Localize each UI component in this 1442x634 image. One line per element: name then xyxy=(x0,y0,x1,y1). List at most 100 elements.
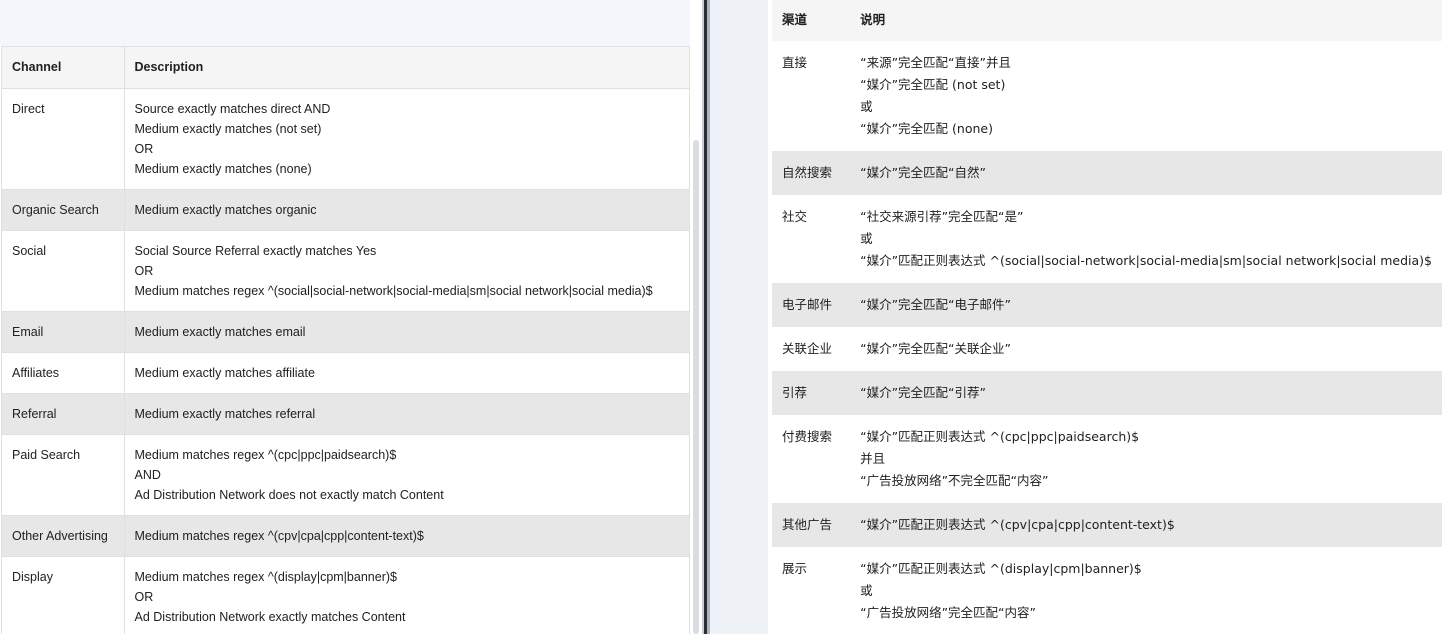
column-header-channel: 渠道 xyxy=(772,0,851,41)
table-row: Social Social Source Referral exactly mat… xyxy=(2,230,689,312)
description-line: Medium matches regex ^(cpc|ppc|paidsearc… xyxy=(134,447,397,462)
channel-cell: Paid Search xyxy=(2,434,125,516)
description-line: OR xyxy=(134,141,154,156)
description-line: Medium exactly matches organic xyxy=(134,202,317,217)
table-row: 自然搜索 “媒介”完全匹配“自然” xyxy=(772,151,1442,195)
description-cell: Medium exactly matches referral xyxy=(124,393,689,435)
left-top-strip xyxy=(0,0,702,46)
description-line: OR xyxy=(134,589,154,604)
description-cell: “媒介”完全匹配“引荐” xyxy=(850,371,1442,415)
description-line: Medium matches regex ^(cpv|cpa|cpp|conte… xyxy=(134,528,424,543)
table-row: Paid Search Medium matches regex ^(cpc|pp… xyxy=(2,434,689,516)
description-line: 或 xyxy=(860,99,873,114)
description-line: “媒介”完全匹配 (not set) xyxy=(860,77,1006,92)
description-line: “媒介”匹配正则表达式 ^(social|social-network|soci… xyxy=(860,253,1432,268)
table-body: 直接 “来源”完全匹配“直接”并且 “媒介”完全匹配 (not set) 或 “媒介”完… xyxy=(772,41,1442,634)
table-header-row: 渠道 说明 xyxy=(772,0,1442,41)
description-cell: “媒介”匹配正则表达式 ^(cpc|ppc|paidsearch)$ 并且 “广告投… xyxy=(850,415,1442,503)
channel-cell: Organic Search xyxy=(2,189,125,231)
description-line: “媒介”匹配正则表达式 ^(display|cpm|banner)$ xyxy=(860,561,1142,576)
description-cell: “媒介”匹配正则表达式 ^(cpv|cpa|cpp|content-text)$ xyxy=(850,503,1442,547)
table-row: 直接 “来源”完全匹配“直接”并且 “媒介”完全匹配 (not set) 或 “媒介”完… xyxy=(772,41,1442,151)
right-table-container: 渠道 说明 直接 “来源”完全匹配“直接”并且 “媒介”完全匹配 (not set)… xyxy=(772,0,1442,634)
table-row: 关联企业 “媒介”完全匹配“关联企业” xyxy=(772,327,1442,371)
description-line: “媒介”完全匹配 (none) xyxy=(860,121,993,136)
table-body: Direct Source exactly matches direct AND M… xyxy=(2,88,689,634)
description-cell: Medium matches regex ^(cpv|cpa|cpp|conte… xyxy=(124,515,689,557)
description-line: “媒介”完全匹配“引荐” xyxy=(860,385,986,400)
description-line: “媒介”匹配正则表达式 ^(cpv|cpa|cpp|content-text)$ xyxy=(860,517,1175,532)
description-cell: Medium exactly matches email xyxy=(124,311,689,353)
description-line: “广告投放网络”不完全匹配“内容” xyxy=(860,473,1049,488)
description-line: Medium exactly matches referral xyxy=(134,406,316,421)
description-cell: Medium exactly matches organic xyxy=(124,189,689,231)
table-row: Display Medium matches regex ^(display|cp… xyxy=(2,556,689,634)
table-row: Email Medium exactly matches email xyxy=(2,311,689,353)
description-line: 或 xyxy=(860,583,873,598)
right-pane: 渠道 说明 直接 “来源”完全匹配“直接”并且 “媒介”完全匹配 (not set)… xyxy=(710,0,1442,634)
description-cell: “媒介”完全匹配“电子邮件” xyxy=(850,283,1442,327)
table-row: Affiliates Medium exactly matches affilia… xyxy=(2,352,689,394)
column-header-channel: Channel xyxy=(2,47,125,89)
description-line: Medium matches regex ^(display|cpm|banne… xyxy=(134,569,397,584)
description-line: “媒介”匹配正则表达式 ^(cpc|ppc|paidsearch)$ xyxy=(860,429,1140,444)
description-cell: Medium exactly matches affiliate xyxy=(124,352,689,394)
table-row: Direct Source exactly matches direct AND M… xyxy=(2,88,689,190)
description-line: AND xyxy=(134,467,161,482)
channel-cell: 电子邮件 xyxy=(772,283,851,327)
description-cell: “媒介”完全匹配“关联企业” xyxy=(850,327,1442,371)
channel-cell: 直接 xyxy=(772,41,851,151)
channel-cell: Display xyxy=(2,556,125,634)
channel-cell: 付费搜索 xyxy=(772,415,851,503)
left-pane: Channel Description Direct Source exactly… xyxy=(0,0,702,634)
channel-cell: 社交 xyxy=(772,195,851,283)
channel-cell: Social xyxy=(2,230,125,312)
right-document: 渠道 说明 直接 “来源”完全匹配“直接”并且 “媒介”完全匹配 (not set)… xyxy=(768,0,1442,634)
description-cell: Medium matches regex ^(display|cpm|banne… xyxy=(124,556,689,634)
channel-cell: 展示 xyxy=(772,547,851,634)
table-row: Other Advertising Medium matches regex ^(… xyxy=(2,515,689,557)
description-line: “媒介”完全匹配“关联企业” xyxy=(860,341,1011,356)
description-line: “媒介”完全匹配“自然” xyxy=(860,165,986,180)
table-row: 社交 “社交来源引荐”完全匹配“是” 或 “媒介”匹配正则表达式 ^(social|s… xyxy=(772,195,1442,283)
channel-cell: Affiliates xyxy=(2,352,125,394)
channel-definitions-table-english: Channel Description Direct Source exactly… xyxy=(2,47,689,634)
channel-cell: Email xyxy=(2,311,125,353)
channel-cell: 自然搜索 xyxy=(772,151,851,195)
column-header-description: 说明 xyxy=(850,0,1442,41)
left-scrollbar[interactable] xyxy=(690,0,702,634)
description-line: 或 xyxy=(860,231,873,246)
table-row: 引荐 “媒介”完全匹配“引荐” xyxy=(772,371,1442,415)
description-cell: Medium matches regex ^(cpc|ppc|paidsearc… xyxy=(124,434,689,516)
description-line: Social Source Referral exactly matches Y… xyxy=(134,243,377,258)
description-line: Ad Distribution Network exactly matches … xyxy=(134,609,406,624)
pane-divider[interactable] xyxy=(702,0,710,634)
description-line: “广告投放网络”完全匹配“内容” xyxy=(860,605,1036,620)
table-row: Referral Medium exactly matches referral xyxy=(2,393,689,435)
description-line: 并且 xyxy=(860,451,886,466)
channel-cell: Direct xyxy=(2,88,125,190)
table-row: Organic Search Medium exactly matches org… xyxy=(2,189,689,231)
description-line: Medium exactly matches (none) xyxy=(134,161,312,176)
description-line: Ad Distribution Network does not exactly… xyxy=(134,487,444,502)
left-table-container: Channel Description Direct Source exactly… xyxy=(1,46,690,634)
description-cell: “媒介”完全匹配“自然” xyxy=(850,151,1442,195)
description-line: Medium exactly matches affiliate xyxy=(134,365,315,380)
description-cell: “来源”完全匹配“直接”并且 “媒介”完全匹配 (not set) 或 “媒介”完全匹… xyxy=(850,41,1442,151)
description-line: Medium exactly matches email xyxy=(134,324,306,339)
description-line: Source exactly matches direct AND xyxy=(134,101,331,116)
description-line: Medium matches regex ^(social|social-net… xyxy=(134,283,653,298)
table-header-row: Channel Description xyxy=(2,47,689,89)
channel-cell: 关联企业 xyxy=(772,327,851,371)
description-cell: Source exactly matches direct AND Medium … xyxy=(124,88,689,190)
description-cell: “社交来源引荐”完全匹配“是” 或 “媒介”匹配正则表达式 ^(social|soc… xyxy=(850,195,1442,283)
table-row: 展示 “媒介”匹配正则表达式 ^(display|cpm|banner)$ 或 “广告… xyxy=(772,547,1442,634)
description-line: Medium exactly matches (not set) xyxy=(134,121,322,136)
description-line: OR xyxy=(134,263,154,278)
table-row: 电子邮件 “媒介”完全匹配“电子邮件” xyxy=(772,283,1442,327)
table-row: 付费搜索 “媒介”匹配正则表达式 ^(cpc|ppc|paidsearch)$ 并且… xyxy=(772,415,1442,503)
description-line: “社交来源引荐”完全匹配“是” xyxy=(860,209,1024,224)
left-scrollbar-thumb[interactable] xyxy=(693,140,699,634)
description-cell: “媒介”匹配正则表达式 ^(display|cpm|banner)$ 或 “广告投放… xyxy=(850,547,1442,634)
description-line: “媒介”完全匹配“电子邮件” xyxy=(860,297,1011,312)
